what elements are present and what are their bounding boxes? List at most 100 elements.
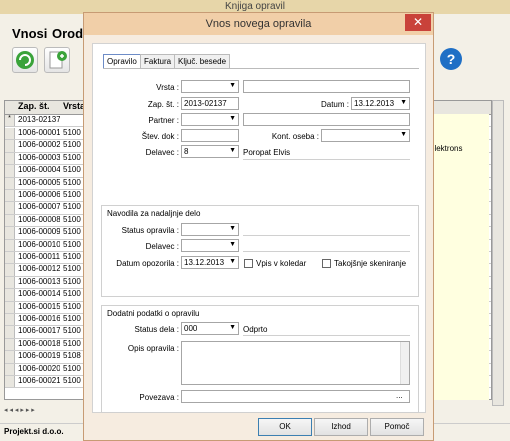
povezava-label: Povezava :: [139, 393, 179, 402]
table-scrollbar[interactable]: [492, 100, 504, 406]
tab-faktura[interactable]: Faktura: [140, 54, 176, 68]
row-selector[interactable]: [5, 165, 15, 177]
row-selector[interactable]: [5, 301, 15, 313]
status-dela-text: Odprto: [243, 325, 268, 334]
datum-opozorila-label: Datum opozorila :: [116, 259, 179, 268]
new-task-dialog: Vnos novega opravila ✕ Opravilo Faktura …: [83, 12, 434, 441]
refresh-button[interactable]: [12, 47, 38, 73]
vpis-koledar-checkbox[interactable]: [244, 259, 253, 268]
chevron-down-icon: ▼: [229, 225, 236, 232]
record-navigator[interactable]: ◂ ◂ ◂ ▸ ▸ ▸: [4, 406, 84, 418]
cell-zap: 1006-00021: [18, 376, 60, 385]
help-icon: ?: [440, 48, 462, 70]
datum-picker[interactable]: 13.12.2013 ▼: [351, 97, 410, 110]
svg-text:?: ?: [447, 51, 456, 67]
stev-dok-field[interactable]: [181, 129, 239, 142]
zap-field[interactable]: 2013-02137: [181, 97, 239, 110]
partner-label: Partner :: [148, 116, 179, 125]
cell-zap: 1006-00009: [18, 227, 60, 237]
row-selector[interactable]: [5, 214, 15, 227]
cell-zap: 1006-00011: [18, 252, 60, 261]
ok-button[interactable]: OK: [258, 418, 312, 436]
status-opravila-label: Status opravila :: [121, 226, 179, 235]
status-opravila-combo[interactable]: ▼: [181, 223, 239, 236]
opis-scrollbar[interactable]: [400, 342, 409, 384]
cell-zap: 1006-00016: [18, 314, 60, 323]
status-opravila-underline: [243, 235, 410, 236]
delavec-combo[interactable]: 8 ▼: [181, 145, 239, 158]
row-selector[interactable]: [5, 276, 15, 289]
row-selector[interactable]: [5, 376, 15, 388]
help-button[interactable]: ?: [438, 46, 464, 72]
tab-underline: [103, 68, 419, 69]
new-button[interactable]: [44, 47, 70, 73]
row-selector[interactable]: [5, 152, 15, 165]
row-selector[interactable]: [5, 264, 15, 276]
stev-dok-label: Štev. dok :: [141, 132, 179, 141]
row-selector[interactable]: [5, 190, 15, 202]
partner-name-field[interactable]: [243, 113, 410, 126]
chevron-down-icon: ▼: [400, 131, 407, 138]
cell-zap: 1006-00003: [18, 152, 60, 162]
povezava-browse-button[interactable]: ...: [396, 391, 403, 400]
cell-zap: 1006-00012: [18, 264, 60, 274]
delavec-label: Delavec :: [145, 148, 179, 157]
row-selector[interactable]: [5, 239, 15, 251]
vrsta-combo[interactable]: ▼: [181, 80, 239, 93]
tab-kljuc-besede[interactable]: Ključ. besede: [174, 54, 231, 68]
tab-opravilo[interactable]: Opravilo: [103, 54, 141, 68]
row-selector[interactable]: [5, 140, 15, 152]
row-selector[interactable]: [5, 338, 15, 351]
status-dela-combo[interactable]: 000 ▼: [181, 322, 239, 335]
nav-delavec-underline: [243, 251, 410, 252]
pomoc-button[interactable]: Pomoč: [370, 418, 424, 436]
chevron-down-icon: ▼: [400, 99, 407, 106]
izhod-button[interactable]: Izhod: [314, 418, 368, 436]
cell-zap: 1006-00020: [18, 363, 60, 373]
cell-zap: 1006-00017: [18, 326, 60, 336]
cell-zap: 1006-00002: [18, 140, 60, 150]
chevron-down-icon: ▼: [229, 147, 236, 154]
row-selector[interactable]: [5, 252, 15, 264]
datum-opozorila-picker[interactable]: 13.12.2013 ▼: [181, 256, 239, 269]
nav-delavec-combo[interactable]: ▼: [181, 239, 239, 252]
chevron-down-icon: ▼: [229, 258, 236, 265]
kont-oseba-label: Kont. oseba :: [271, 132, 319, 141]
row-selector[interactable]: [5, 363, 15, 375]
status-dela-value: 000: [184, 324, 198, 333]
row-selector[interactable]: [5, 128, 15, 140]
menu-orodja[interactable]: Orod: [52, 26, 83, 41]
chevron-down-icon: ▼: [229, 82, 236, 89]
skeniranje-checkbox[interactable]: [322, 259, 331, 268]
menu-vnosi[interactable]: Vnosi: [12, 26, 47, 41]
povezava-field[interactable]: [181, 390, 410, 403]
row-selector[interactable]: [5, 177, 15, 189]
table-right-column: elektrons: [427, 114, 489, 400]
vrsta-name-field[interactable]: [243, 80, 410, 93]
row-selector[interactable]: [5, 202, 15, 214]
chevron-down-icon: ▼: [229, 324, 236, 331]
nav-section-title: Navodila za nadaljnje delo: [107, 209, 201, 218]
nav-delavec-label: Delavec :: [145, 242, 179, 251]
row-selector[interactable]: [5, 351, 15, 363]
row-selector[interactable]: [5, 289, 15, 301]
header-zap[interactable]: Zap. št.: [16, 101, 60, 111]
cell-zap: 1006-00015: [18, 301, 60, 311]
row-selector[interactable]: *: [5, 115, 15, 127]
opis-textarea[interactable]: [181, 341, 410, 385]
kont-oseba-combo[interactable]: ▼: [321, 129, 410, 142]
row-selector[interactable]: [5, 227, 15, 239]
datum-value: 13.12.2013: [354, 99, 395, 108]
cell-zap: 1006-00006: [18, 190, 60, 199]
partner-combo[interactable]: ▼: [181, 113, 239, 126]
cell-zap: 1006-00018: [18, 338, 60, 348]
row-selector[interactable]: [5, 326, 15, 338]
vrsta-label: Vrsta :: [156, 83, 179, 92]
cell-zap: 1006-00013: [18, 276, 60, 286]
row-selector[interactable]: [5, 314, 15, 326]
zap-label: Zap. št. :: [147, 100, 179, 109]
delavec-name-underline: [243, 159, 410, 160]
close-button[interactable]: ✕: [405, 14, 431, 31]
datum-opozorila-value: 13.12.2013: [184, 258, 225, 267]
cell-zap: 1006-00004: [18, 165, 60, 175]
